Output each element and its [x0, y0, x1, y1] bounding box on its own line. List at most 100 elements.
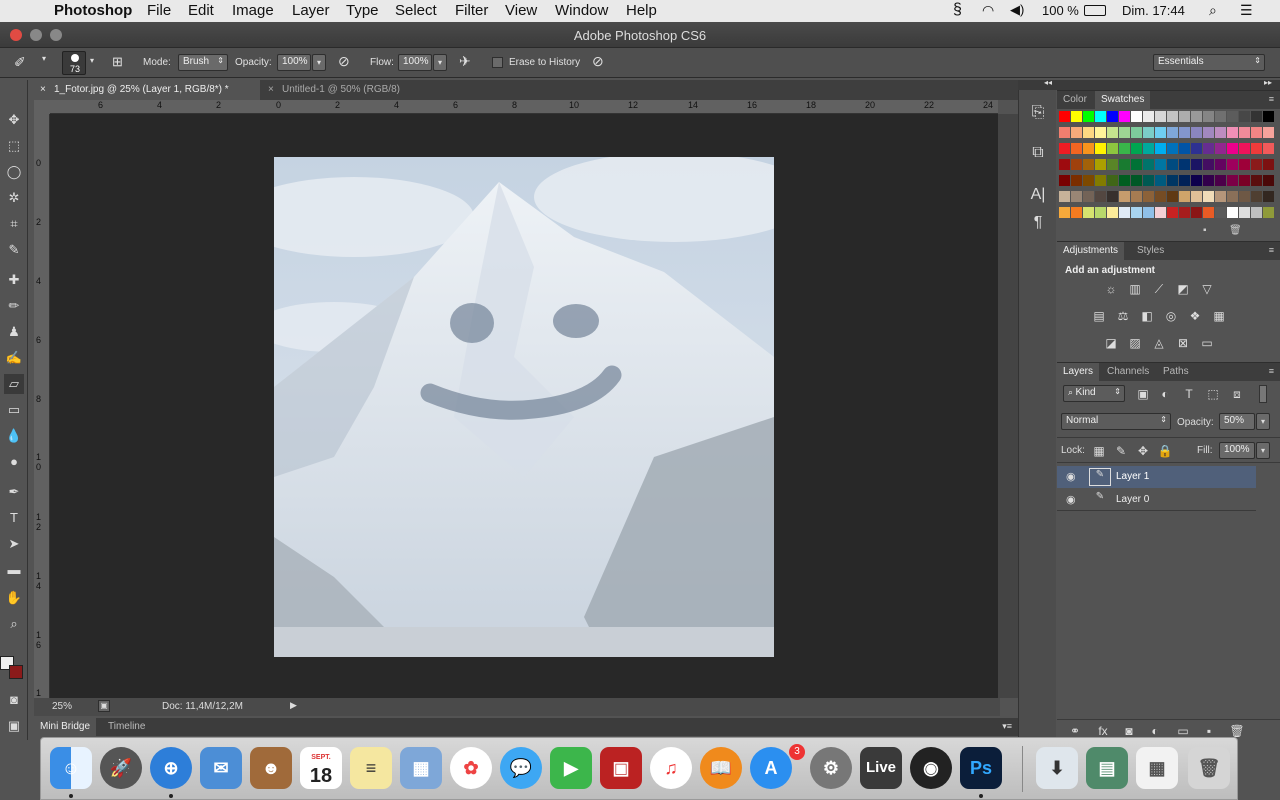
layer-opacity-dropdown-icon[interactable]: ▾ — [1256, 413, 1270, 430]
color-swatch[interactable] — [1179, 191, 1190, 202]
photoshop-dock-icon[interactable]: Ps — [960, 747, 1002, 789]
photos-dock-icon[interactable]: ✿ — [450, 747, 492, 789]
documents-stack-icon[interactable]: ▤ — [1086, 747, 1128, 789]
color-swatch[interactable] — [1179, 207, 1190, 218]
type-tool-icon[interactable]: T — [4, 508, 24, 528]
color-swatch[interactable] — [1059, 207, 1070, 218]
color-swatch[interactable] — [1059, 175, 1070, 186]
color-swatch[interactable] — [1071, 175, 1082, 186]
tab-mini-bridge[interactable]: Mini Bridge — [34, 718, 97, 736]
eraser-tool-icon[interactable]: ▱ — [4, 374, 24, 394]
spotlight-search-icon[interactable]: ⌕ — [1209, 2, 1217, 19]
workspace-switcher[interactable]: Essentials ⇕ — [1153, 54, 1265, 71]
color-swatch[interactable] — [1203, 143, 1214, 154]
color-swatch[interactable] — [1083, 207, 1094, 218]
add-mask-icon[interactable]: ◙ — [1121, 724, 1137, 738]
color-swatch[interactable] — [1263, 111, 1274, 122]
color-swatch[interactable] — [1095, 127, 1106, 138]
color-swatch[interactable] — [1071, 111, 1082, 122]
color-swatch[interactable] — [1251, 207, 1262, 218]
color-swatch[interactable] — [1227, 127, 1238, 138]
document-canvas[interactable] — [274, 157, 774, 657]
new-swatch-icon[interactable]: ▪ — [1203, 225, 1207, 236]
system-preferences-dock-icon[interactable]: ⚙ — [810, 747, 852, 789]
preview-dock-icon[interactable]: ▦ — [400, 747, 442, 789]
channel-mixer-icon[interactable]: ❖ — [1187, 309, 1203, 323]
disk-utility-dock-icon[interactable]: ◉ — [910, 747, 952, 789]
color-swatch[interactable] — [1107, 191, 1118, 202]
color-swatch[interactable] — [1203, 111, 1214, 122]
panel-menu-icon[interactable]: ▾≡ — [1002, 721, 1012, 732]
threshold-icon[interactable]: ◬ — [1151, 336, 1167, 350]
safari-dock-icon[interactable]: ⊕ — [150, 747, 192, 789]
eraser-tool-preset-icon[interactable]: ✐ — [14, 54, 26, 71]
color-swatch[interactable] — [1071, 143, 1082, 154]
color-swatch[interactable] — [1143, 175, 1154, 186]
color-swatch[interactable] — [1059, 111, 1070, 122]
color-swatch[interactable] — [1179, 111, 1190, 122]
color-swatch[interactable] — [1203, 175, 1214, 186]
app-store-dock-icon[interactable]: A — [750, 747, 792, 789]
mail-dock-icon[interactable]: ✉ — [200, 747, 242, 789]
tab-untitled-1[interactable]: × Untitled-1 @ 50% (RGB/8) — [262, 80, 452, 100]
color-swatch[interactable] — [1143, 111, 1154, 122]
brush-picker-dropdown-icon[interactable]: ▾ — [90, 56, 94, 65]
color-swatch[interactable] — [1179, 127, 1190, 138]
color-swatch[interactable] — [1215, 111, 1226, 122]
character-panel-icon[interactable]: A| — [1028, 186, 1048, 206]
color-swatch[interactable] — [1239, 143, 1250, 154]
menu-type[interactable]: Type — [346, 2, 379, 19]
path-selection-tool-icon[interactable]: ➤ — [4, 534, 24, 554]
color-swatch[interactable] — [1191, 207, 1202, 218]
notes-dock-icon[interactable]: ≡ — [350, 747, 392, 789]
color-swatch[interactable] — [1215, 175, 1226, 186]
color-swatch[interactable] — [1203, 207, 1214, 218]
color-swatch[interactable] — [1155, 111, 1166, 122]
color-swatch[interactable] — [1071, 127, 1082, 138]
tab-1-fotor[interactable]: × 1_Fotor.jpg @ 25% (Layer 1, RGB/8*) * — [34, 80, 260, 100]
color-lookup-icon[interactable]: ▦ — [1211, 309, 1227, 323]
filter-pixel-icon[interactable]: ▣ — [1135, 387, 1151, 401]
photo-filter-icon[interactable]: ◎ — [1163, 309, 1179, 323]
layer-opacity-input[interactable]: 50% — [1219, 413, 1255, 430]
color-swatch[interactable] — [1203, 159, 1214, 170]
move-tool-icon[interactable]: ✥ — [4, 110, 24, 130]
horizontal-ruler[interactable]: 6 4 2 0 2 4 6 8 10 12 14 16 18 20 22 24 — [50, 100, 998, 114]
color-swatch[interactable] — [1239, 127, 1250, 138]
color-swatch[interactable] — [1143, 191, 1154, 202]
share-icon[interactable]: ▣ — [98, 700, 110, 712]
layer-style-fx-icon[interactable]: fx — [1095, 724, 1111, 738]
color-swatch[interactable] — [1227, 143, 1238, 154]
delete-layer-icon[interactable]: 🗑 — [1229, 724, 1245, 738]
hand-tool-icon[interactable]: ✋ — [4, 588, 24, 608]
collapse-left-icon[interactable]: ◂◂ — [1044, 78, 1052, 87]
brush-panel-toggle-icon[interactable]: ⊞ — [112, 54, 123, 70]
menu-clock[interactable]: Dim. 17:44 — [1122, 3, 1185, 18]
color-swatch[interactable] — [1143, 127, 1154, 138]
lock-position-icon[interactable]: ✥ — [1135, 444, 1151, 458]
close-tab-icon[interactable]: × — [40, 80, 46, 100]
color-swatch[interactable] — [1071, 207, 1082, 218]
tab-timeline[interactable]: Timeline — [102, 718, 151, 736]
color-swatch[interactable] — [1119, 175, 1130, 186]
quick-mask-icon[interactable]: ◙ — [4, 690, 24, 710]
panel-menu-icon[interactable]: ≡ — [1269, 245, 1274, 255]
vertical-ruler[interactable]: 0 2 4 6 8 1 0 1 2 1 4 1 6 1 — [34, 114, 50, 698]
color-swatch[interactable] — [1071, 159, 1082, 170]
tab-color[interactable]: Color — [1057, 91, 1093, 109]
color-swatch[interactable] — [1167, 127, 1178, 138]
color-swatch[interactable] — [1155, 207, 1166, 218]
magic-wand-tool-icon[interactable]: ✲ — [4, 188, 24, 208]
mode-select[interactable]: Brush ⇕ — [178, 54, 228, 71]
color-swatch[interactable] — [1167, 191, 1178, 202]
delete-swatch-icon[interactable]: 🗑 — [1229, 225, 1242, 236]
tab-adjustments[interactable]: Adjustments — [1057, 242, 1125, 260]
color-swatch[interactable] — [1179, 143, 1190, 154]
color-swatch[interactable] — [1107, 143, 1118, 154]
lock-all-icon[interactable]: 🔒 — [1157, 444, 1173, 458]
trash-dock-icon[interactable]: 🗑 — [1188, 747, 1230, 789]
menu-view[interactable]: View — [505, 2, 537, 19]
color-swatch[interactable] — [1251, 127, 1262, 138]
menu-edit[interactable]: Edit — [188, 2, 214, 19]
color-swatch[interactable] — [1083, 191, 1094, 202]
